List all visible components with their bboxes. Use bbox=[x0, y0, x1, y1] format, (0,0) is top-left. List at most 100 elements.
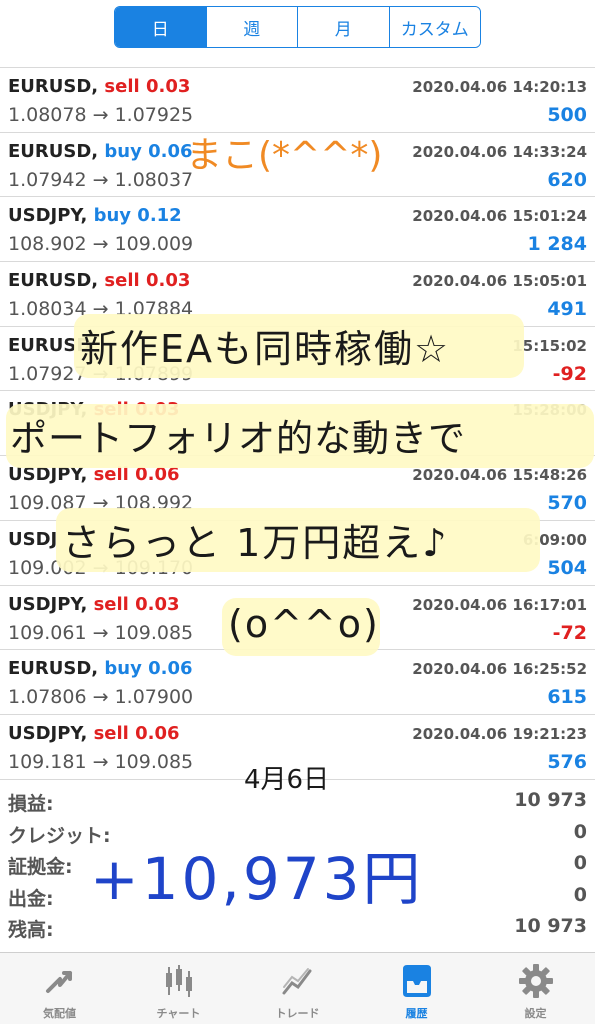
summary-label: 損益: bbox=[8, 793, 54, 815]
trade-time: 2020.04.06 14:20:13 bbox=[412, 78, 587, 96]
arrow-icon: → bbox=[86, 104, 115, 126]
price-range: 109.181 → 109.085 bbox=[8, 751, 193, 773]
arrow-icon: → bbox=[86, 686, 115, 709]
trade-side: sell bbox=[93, 593, 129, 615]
separator: , bbox=[91, 270, 105, 292]
bottom-navigation: 気配値 チャート トレード 履歴 設定 bbox=[0, 952, 595, 1024]
table-row[interactable]: USDJPY, buy 0.12 108.902 → 109.009 2020.04… bbox=[0, 197, 595, 263]
separator: , bbox=[91, 658, 105, 680]
trade-time: 2020.04.06 19:21:23 bbox=[412, 724, 587, 743]
trade-profit: 500 bbox=[547, 104, 587, 126]
trade-side: buy bbox=[104, 658, 142, 680]
nav-trade[interactable]: トレード bbox=[238, 953, 357, 1024]
annotation-line-4: (o^^o) bbox=[228, 602, 380, 646]
trade-lots: 0.03 bbox=[135, 593, 180, 615]
summary-value: 10 973 bbox=[514, 915, 587, 937]
trade-lots: 0.03 bbox=[145, 270, 191, 292]
table-row[interactable]: EURUSD, sell 0.03 1.08078 → 1.07925 2020.0… bbox=[0, 68, 595, 133]
trade-lots: 0.06 bbox=[135, 722, 180, 744]
trade-side: buy bbox=[104, 140, 142, 162]
open-price: 1.07806 bbox=[8, 686, 87, 709]
symbol: USDJ bbox=[8, 528, 58, 550]
trade-header: EURUSD, sell 0.03 bbox=[8, 270, 190, 291]
price-range: 1.07806 → 1.07900 bbox=[8, 686, 193, 708]
tab-month[interactable]: 月 bbox=[298, 7, 390, 47]
trade-header: USDJ bbox=[8, 529, 57, 550]
separator: , bbox=[80, 593, 94, 615]
annotation-line-1: 新作EAも同時稼働☆ bbox=[80, 327, 451, 371]
close-price: 109.085 bbox=[114, 750, 194, 773]
tab-custom[interactable]: カスタム bbox=[389, 7, 480, 47]
trade-profit: 615 bbox=[547, 686, 587, 709]
summary-value: 0 bbox=[573, 852, 587, 874]
nav-history[interactable]: 履歴 bbox=[357, 953, 476, 1024]
trade-side: sell bbox=[104, 76, 140, 97]
history-icon bbox=[402, 965, 431, 997]
symbol: EURUSD bbox=[8, 140, 92, 162]
close-price: 1.07900 bbox=[114, 686, 194, 709]
trade-lots: 0.06 bbox=[148, 658, 193, 680]
trade-profit: 1 284 bbox=[527, 233, 588, 256]
summary-value: 0 bbox=[573, 883, 587, 906]
summary-label: 出金: bbox=[8, 887, 54, 910]
trade-header: USDJPY, sell 0.03 bbox=[8, 594, 180, 615]
nav-chart[interactable]: チャート bbox=[119, 953, 238, 1024]
tab-week[interactable]: 週 bbox=[206, 7, 298, 47]
open-price: 1.08034 bbox=[8, 298, 87, 321]
trade-profit: 576 bbox=[547, 750, 587, 773]
annotation-name: まこ(*^^*) bbox=[186, 135, 383, 176]
nav-label: 設定 bbox=[524, 1007, 547, 1020]
nav-settings[interactable]: 設定 bbox=[476, 953, 595, 1024]
price-range: 1.07942 → 1.08037 bbox=[8, 169, 193, 191]
trade-time: 2020.04.06 16:25:52 bbox=[412, 660, 587, 679]
open-price: 109.181 bbox=[8, 750, 87, 773]
separator: , bbox=[91, 140, 105, 162]
close-price: 109.009 bbox=[114, 233, 194, 256]
trade-header: EURUSD, sell 0.03 bbox=[8, 76, 190, 97]
trade-icon bbox=[282, 968, 311, 995]
trade-lots: 0.12 bbox=[137, 205, 182, 227]
trade-profit: 491 bbox=[547, 298, 587, 321]
symbol: USDJPY bbox=[8, 205, 81, 227]
nav-quotes[interactable]: 気配値 bbox=[0, 953, 119, 1024]
summary-label: 証拠金: bbox=[8, 856, 73, 878]
tab-day[interactable]: 日 bbox=[115, 7, 207, 47]
trade-profit: 570 bbox=[547, 492, 587, 515]
annotation-total: +10,973円 bbox=[90, 845, 424, 913]
separator: , bbox=[91, 76, 105, 97]
symbol: USDJPY bbox=[8, 722, 81, 744]
period-segmented-control: 日 週 月 カスタム bbox=[114, 6, 481, 48]
open-price: 108.902 bbox=[8, 233, 87, 256]
summary-value: 10 973 bbox=[514, 789, 587, 811]
annotation-date: 4月6日 bbox=[244, 765, 330, 795]
arrow-icon: → bbox=[86, 233, 115, 256]
trade-header: USDJPY, buy 0.12 bbox=[8, 205, 182, 226]
open-price: 1.08078 bbox=[8, 104, 87, 126]
trade-profit: -72 bbox=[552, 621, 587, 644]
trade-side: sell bbox=[104, 270, 140, 292]
top-bar: 日 週 月 カスタム bbox=[0, 0, 595, 56]
close-price: 1.08037 bbox=[114, 168, 194, 191]
price-range: 109.061 → 109.085 bbox=[8, 622, 193, 644]
quotes-icon bbox=[45, 971, 72, 993]
trade-time: 2020.04.06 14:33:24 bbox=[412, 142, 587, 161]
table-row[interactable]: EURUSD, buy 0.06 1.07806 → 1.07900 2020.04… bbox=[0, 650, 595, 715]
summary-value: 0 bbox=[573, 820, 587, 843]
symbol: EURUSD bbox=[8, 76, 92, 97]
nav-label: 気配値 bbox=[43, 1007, 76, 1020]
annotation-line-3: さらっと 1万円超え♪ bbox=[62, 521, 449, 565]
separator: , bbox=[80, 205, 94, 227]
open-price: 109.061 bbox=[8, 621, 87, 644]
price-range: 108.902 → 109.009 bbox=[8, 233, 193, 255]
open-price: 1.07942 bbox=[8, 168, 87, 191]
settings-icon bbox=[518, 964, 553, 998]
trade-header: USDJPY, sell 0.06 bbox=[8, 723, 180, 744]
symbol: USDJPY bbox=[8, 593, 81, 615]
trade-profit: 504 bbox=[547, 556, 587, 579]
trade-header: EURUSD, buy 0.06 bbox=[8, 141, 193, 162]
trade-side: buy bbox=[93, 205, 132, 227]
annotation-line-2: ポートフォリオ的な動きで bbox=[10, 417, 466, 460]
price-range: 1.08078 → 1.07925 bbox=[8, 104, 193, 126]
summary-label: 残高: bbox=[8, 919, 54, 941]
trade-lots: 0.03 bbox=[145, 76, 191, 97]
